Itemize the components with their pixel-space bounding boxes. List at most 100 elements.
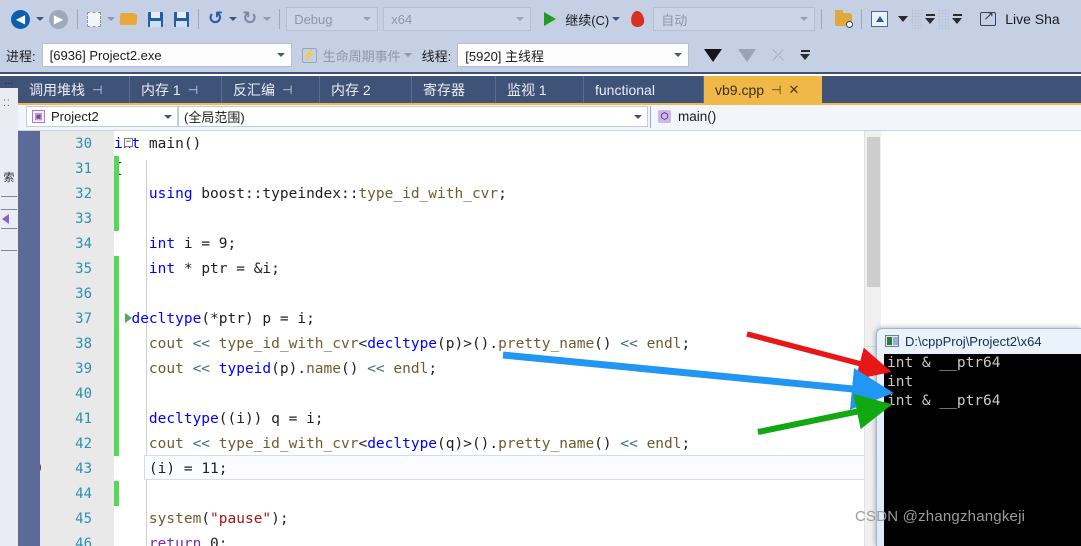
continue-label[interactable]: 继续(C)	[565, 10, 609, 29]
collapse-region-icon[interactable]: −	[124, 138, 133, 147]
continue-dropdown-icon[interactable]	[612, 17, 621, 21]
navbar-member-combo[interactable]: ⬡ main()	[655, 109, 716, 124]
line-number: 42	[75, 435, 92, 452]
filter-button[interactable]	[701, 42, 725, 68]
rail-ellipsis[interactable]: ...	[2, 75, 16, 87]
rail-handle-icon[interactable]: ⁚⁚	[3, 98, 11, 109]
change-indicator	[114, 256, 119, 281]
navbar-divider	[650, 105, 651, 128]
new-item-dropdown-icon[interactable]	[107, 17, 115, 21]
save-all-button[interactable]	[171, 6, 192, 32]
home-button[interactable]	[868, 6, 891, 32]
chevron-down-icon	[516, 17, 525, 21]
scrollbar-thumb[interactable]	[867, 137, 880, 287]
code-line[interactable]: 32 using boost::typeindex::type_id_with_…	[40, 181, 1081, 206]
thread-combo[interactable]: [5920] 主线程	[457, 43, 690, 67]
chevron-down-icon	[276, 53, 285, 57]
hot-reload-button[interactable]	[628, 6, 647, 32]
pin-icon[interactable]: ⊣	[282, 83, 292, 97]
line-content: using boost::typeindex::type_id_with_cvr…	[148, 185, 507, 202]
live-share-button[interactable]	[977, 6, 999, 32]
code-line[interactable]: 30int main()	[40, 131, 1081, 156]
tab-内存 1[interactable]: 内存 1 ⊣	[130, 76, 222, 103]
nav-back-dropdown-icon[interactable]	[36, 17, 44, 21]
console-title-bar[interactable]: D:\cppProj\Project2\x64	[877, 329, 1081, 353]
undo-dropdown-icon[interactable]	[229, 17, 238, 21]
chevron-down-icon	[363, 17, 372, 21]
undo-button[interactable]: ↺	[205, 6, 226, 32]
code-line[interactable]: 36	[40, 281, 1081, 306]
tab-内存 2[interactable]: 内存 2	[320, 76, 412, 103]
callstack-toggle-button[interactable]: ⤫	[769, 42, 787, 68]
rail-collapse-icon[interactable]	[2, 214, 9, 224]
funnel-off-icon	[738, 48, 757, 62]
code-line[interactable]: 31{	[40, 156, 1081, 181]
process-mode-combo[interactable]: 自动	[653, 7, 816, 31]
tab-label: functional	[595, 81, 655, 98]
nav-forward-button[interactable]: ▶	[46, 6, 71, 32]
lifecycle-events-label[interactable]: 生命周期事件	[323, 46, 401, 65]
code-line[interactable]: 34 int i = 9;	[40, 231, 1081, 256]
solution-platform-combo[interactable]: x64	[383, 7, 532, 31]
thread-label: 线程:	[421, 48, 452, 64]
navbar-scope-combo[interactable]: (全局范围)	[178, 106, 648, 127]
line-number: 46	[75, 535, 92, 546]
line-content: (i) = 11;	[114, 460, 228, 477]
tab-functional[interactable]: functional	[584, 76, 704, 103]
code-line[interactable]: 33	[40, 206, 1081, 231]
line-number: 32	[75, 185, 92, 202]
save-all-icon	[174, 11, 189, 27]
tab-反汇编[interactable]: 反汇编 ⊣	[222, 76, 320, 103]
process-value: [6936] Project2.exe	[49, 47, 162, 63]
console-line: int	[887, 374, 914, 390]
solution-platform-value: x64	[391, 11, 413, 27]
toolbar-divider-2	[198, 9, 199, 29]
save-button[interactable]	[145, 6, 166, 32]
solution-configuration-combo[interactable]: Debug	[286, 7, 379, 31]
layout-stack-icon	[952, 14, 963, 24]
tab-vb9.cpp[interactable]: vb9.cpp ⊣ ✕	[704, 76, 822, 103]
code-line[interactable]: 35 int * ptr = &i;	[40, 256, 1081, 281]
tab-label: 内存 1	[141, 81, 181, 98]
console-title-text: D:\cppProj\Project2\x64	[905, 333, 1042, 349]
filter-off-button[interactable]	[735, 42, 759, 68]
new-item-button[interactable]	[84, 6, 104, 32]
line-number: 33	[75, 210, 92, 227]
nav-back-button[interactable]: ◀	[8, 6, 33, 32]
tab-调用堆栈[interactable]: 调用堆栈 ⊣	[18, 76, 130, 103]
line-content: cout << type_id_with_cvr<decltype(q)>().…	[148, 435, 691, 452]
new-file-icon	[87, 11, 101, 27]
line-content: decltype((i)) q = i;	[148, 410, 324, 427]
window-layout-2-button[interactable]	[922, 6, 938, 32]
find-in-files-button[interactable]	[832, 6, 855, 32]
window-layout-3-button[interactable]	[949, 6, 965, 32]
line-number: 34	[75, 235, 92, 252]
redo-button[interactable]: ↻	[239, 6, 260, 32]
continue-button[interactable]	[541, 6, 559, 32]
tab-寄存器[interactable]: 寄存器	[412, 76, 496, 103]
close-icon[interactable]: ✕	[789, 82, 800, 98]
pin-icon[interactable]: ⊣	[771, 83, 781, 97]
toolbar-overflow-button[interactable]	[797, 42, 813, 68]
console-app-icon	[885, 335, 899, 347]
lifecycle-dropdown-icon[interactable]	[403, 53, 412, 57]
redo-dropdown-icon[interactable]	[263, 17, 272, 21]
rail-vertical-label: 索	[3, 172, 15, 184]
pin-icon[interactable]: ⊣	[188, 83, 198, 97]
console-line: int & __ptr64	[887, 393, 1001, 409]
window-layout-1-button[interactable]	[895, 6, 911, 32]
navbar-project-combo[interactable]: ▣ Project2	[26, 106, 178, 127]
line-number: 38	[75, 335, 92, 352]
chevron-down-icon	[674, 53, 683, 57]
navbar-member-value: main()	[678, 109, 717, 124]
expand-region-icon[interactable]	[125, 313, 132, 323]
share-icon	[980, 8, 997, 26]
open-file-button[interactable]	[117, 6, 140, 32]
funnel-icon	[704, 48, 723, 62]
process-combo[interactable]: [6936] Project2.exe	[41, 43, 292, 67]
chevron-down-icon	[634, 114, 642, 119]
thread-value: [5920] 主线程	[465, 48, 545, 64]
line-number: 36	[75, 285, 92, 302]
pin-icon[interactable]: ⊣	[92, 83, 102, 97]
tab-监视 1[interactable]: 监视 1	[496, 76, 584, 103]
